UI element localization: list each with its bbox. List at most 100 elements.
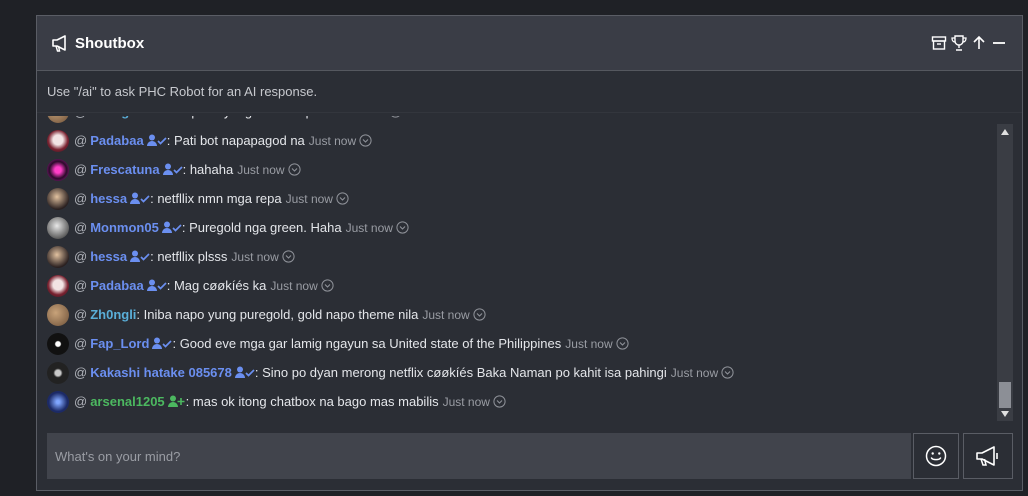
user-check-icon <box>146 279 167 292</box>
user-plus-icon <box>167 395 186 408</box>
ai-notice: Use "/ai" to ask PHC Robot for an AI res… <box>37 71 1022 113</box>
message-row: @ Padabaa: Mag cøøkíés ka Just now <box>47 271 334 300</box>
scrollbar-thumb[interactable] <box>999 382 1011 408</box>
message-username[interactable]: Padabaa <box>90 278 143 293</box>
message-time: Just now <box>338 116 385 119</box>
user-check-icon <box>130 192 150 205</box>
avatar[interactable] <box>47 274 69 297</box>
compose-row <box>47 433 1013 479</box>
message-username[interactable]: hessa <box>90 249 127 264</box>
shoutbox-panel: Shoutbox Use "/ai" to ask PHC Robot for … <box>36 15 1023 491</box>
message-row: @ arsenal1205: mas ok itong chatbox na ba… <box>47 387 506 416</box>
message-text: Mag cøøkíés ka <box>173 278 267 293</box>
message-text: mas ok itong chatbox na bago mas mabilis <box>192 394 439 409</box>
user-check-icon <box>146 134 167 147</box>
message-time: Just now <box>442 394 490 409</box>
mention-at: @ <box>74 365 88 380</box>
message-username[interactable]: Padabaa <box>90 133 143 148</box>
user-check-icon <box>152 337 173 350</box>
message-text: Puregold nga green. Haha <box>189 220 342 235</box>
mention-at: @ <box>74 191 88 206</box>
chevron-down-icon[interactable] <box>359 134 372 147</box>
avatar[interactable] <box>47 303 69 326</box>
message-feed: @Zh0ngli: Bot di square yung lemon squar… <box>37 116 997 428</box>
chevron-down-icon[interactable] <box>282 250 295 263</box>
avatar[interactable] <box>47 216 69 239</box>
chevron-down-icon[interactable] <box>389 116 402 118</box>
message-separator: : <box>150 191 154 206</box>
avatar[interactable] <box>47 390 69 413</box>
message-text: hahaha <box>189 162 234 177</box>
avatar[interactable] <box>47 129 69 152</box>
chevron-down-icon[interactable] <box>396 221 409 234</box>
mention-at: @ <box>74 116 87 119</box>
smiley-icon <box>925 445 947 467</box>
chevron-down-icon[interactable] <box>287 163 301 176</box>
message-separator: : <box>166 133 171 148</box>
arrow-up-icon[interactable] <box>970 34 988 52</box>
message-time: Just now <box>565 336 613 351</box>
message-input[interactable] <box>47 433 911 479</box>
chevron-down-icon[interactable] <box>321 279 334 292</box>
message-row: @ Fap_Lord: Good eve mga gar lamig ngayun… <box>47 329 629 358</box>
send-button[interactable] <box>963 433 1013 479</box>
message-username[interactable]: Zh0ngli <box>90 307 136 322</box>
message-username[interactable]: Frescatuna <box>90 162 159 177</box>
message-time: Just now <box>285 191 333 206</box>
mention-at: @ <box>74 336 88 351</box>
scrollbar[interactable] <box>997 124 1013 421</box>
message-separator: : <box>182 162 187 177</box>
chevron-down-icon[interactable] <box>493 395 506 408</box>
avatar[interactable] <box>47 116 69 123</box>
message-username[interactable]: arsenal1205 <box>90 394 164 409</box>
message-time: Just now <box>237 162 285 177</box>
message-time: Just now <box>231 249 279 264</box>
archive-icon[interactable] <box>930 34 948 52</box>
user-check-icon <box>161 221 182 234</box>
message-row: @ hessa: netfllix nmn mga repa Just now <box>47 184 349 213</box>
message-separator: : <box>150 249 154 264</box>
message-time: Just now <box>670 365 719 380</box>
scroll-down-icon[interactable] <box>997 408 1013 420</box>
emoji-button[interactable] <box>913 433 959 479</box>
message-text: Sino po dyan merong netflix cøøkíés Baka… <box>262 365 667 380</box>
message-username[interactable]: hessa <box>90 191 127 206</box>
minimize-icon[interactable] <box>990 34 1008 52</box>
user-check-icon <box>162 163 183 176</box>
message-row: @ Zh0ngli: Iniba napo yung puregold, gold… <box>47 300 486 329</box>
avatar[interactable] <box>47 332 69 355</box>
message-row: @ Frescatuna: hahaha Just now <box>47 155 301 184</box>
message-row: @ Padabaa: Pati bot napapagod na Just now <box>47 126 372 155</box>
shoutbox-title: Shoutbox <box>75 34 145 52</box>
message-time: Just now <box>345 220 393 235</box>
mention-at: @ <box>74 133 88 148</box>
message-time: Just now <box>270 278 318 293</box>
mention-at: @ <box>74 220 88 235</box>
chevron-down-icon[interactable] <box>721 366 734 379</box>
user-check-icon <box>130 250 150 263</box>
message-row: @ Kakashi hatake 085678: Sino po dyan mer… <box>47 358 734 387</box>
header-tools <box>930 34 1022 52</box>
mention-at: @ <box>74 249 88 264</box>
message-separator: : <box>254 365 259 380</box>
message-username[interactable]: Zh0ngli <box>90 116 136 119</box>
message-row: @ hessa: netfllix plsss Just now <box>47 242 295 271</box>
avatar[interactable] <box>47 158 69 181</box>
message-separator: : <box>185 394 190 409</box>
chevron-down-icon[interactable] <box>473 308 486 321</box>
chevron-down-icon[interactable] <box>336 192 349 205</box>
message-username[interactable]: Monmon05 <box>90 220 159 235</box>
message-text: Pati bot napapagod na <box>173 133 305 148</box>
message-row: @ Monmon05: Puregold nga green. Haha Just … <box>47 213 409 242</box>
message-text: netfllix plsss <box>157 249 228 264</box>
trophy-icon[interactable] <box>950 34 968 52</box>
chevron-down-icon[interactable] <box>616 337 629 350</box>
scroll-up-icon[interactable] <box>997 126 1013 138</box>
message-username[interactable]: Kakashi hatake 085678 <box>90 365 232 380</box>
mention-at: @ <box>74 307 88 322</box>
message-username[interactable]: Fap_Lord <box>90 336 149 351</box>
shoutbox-header: Shoutbox <box>37 16 1022 71</box>
avatar[interactable] <box>47 187 69 210</box>
avatar[interactable] <box>47 245 69 268</box>
avatar[interactable] <box>47 361 69 384</box>
